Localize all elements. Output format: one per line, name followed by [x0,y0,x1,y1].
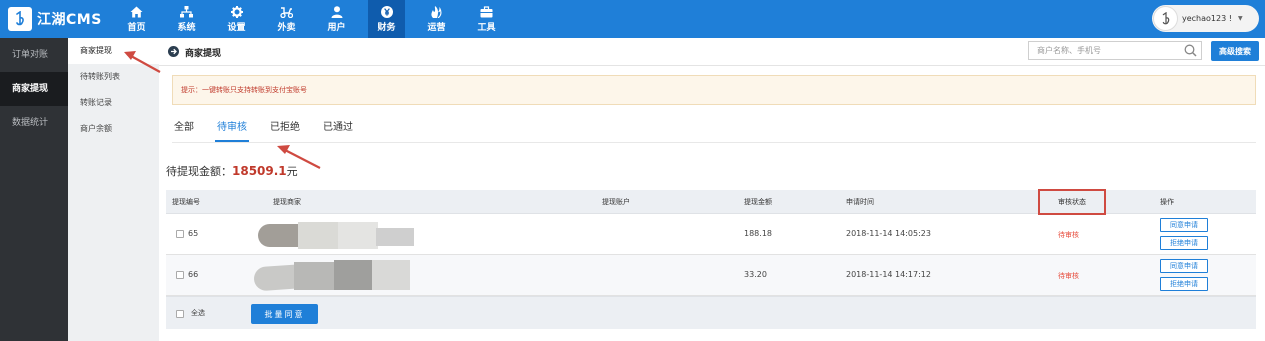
table-row: 65 188.18 2018-11-14 14:05:23 待审核 同意申请 拒… [166,214,1256,255]
status-tabs: 全部 待审核 已拒绝 已通过 [172,120,374,142]
page-title: 商家提现 [185,49,222,59]
scooter-icon [280,6,293,18]
search-box [1028,41,1202,60]
nav-label: 用户 [327,22,346,33]
home-icon [130,6,143,17]
reject-button[interactable]: 拒绝申请 [1160,236,1208,250]
tab-pending[interactable]: 待审核 [215,120,249,142]
table-row: 66 33.20 2018-11-14 14:17:12 待审核 同意申请 拒绝… [166,255,1256,296]
nav-label: 运营 [427,22,446,33]
pending-unit: 元 [286,165,298,178]
blurred-merchant [258,222,428,249]
highlight-box [1038,189,1106,215]
col-account: 提现账户 [602,198,630,206]
chevron-down-icon: ▼ [1237,15,1243,22]
row-checkbox[interactable] [176,230,184,238]
nav-finance[interactable]: 财务 [368,0,405,38]
yen-icon [380,5,393,18]
approve-button[interactable]: 同意申请 [1160,259,1208,273]
approve-button[interactable]: 同意申请 [1160,218,1208,232]
user-icon [331,5,342,18]
nav-label: 外卖 [277,22,296,33]
logo-text: 江湖CMS [37,12,102,28]
row-checkbox[interactable] [176,271,184,279]
row-id: 65 [188,229,199,238]
table-footer: 全选 批量同意 [166,296,1256,329]
col-id: 提现编号 [172,198,200,206]
sidebar: 订单对账 商家提现 数据统计 [0,38,68,341]
nav-label: 财务 [377,22,396,33]
content-header: 商家提现 高级搜索 [159,38,1265,66]
tab-rejected[interactable]: 已拒绝 [268,120,302,142]
subnav-item-pending-transfer[interactable]: 待转账列表 [68,64,159,90]
col-time: 申请时间 [846,198,874,206]
blurred-merchant [253,260,414,294]
nav-label: 首页 [127,22,146,33]
reject-button[interactable]: 拒绝申请 [1160,277,1208,291]
subnav-item-withdrawal[interactable]: 商家提现 [68,38,159,64]
sidebar-item-withdrawal[interactable]: 商家提现 [0,72,68,106]
avatar [1153,6,1178,31]
briefcase-icon [480,5,493,17]
nav-system[interactable]: 系统 [168,0,205,38]
nav-label: 工具 [477,22,496,33]
logo-icon [8,7,32,31]
gear-icon [230,5,243,18]
subnav-item-merchant-balance[interactable]: 商户余额 [68,116,159,142]
nav-home[interactable]: 首页 [118,0,155,38]
tab-all[interactable]: 全部 [172,120,196,142]
pending-value: 18509.1 [232,164,287,178]
advanced-search-button[interactable]: 高级搜索 [1211,41,1259,61]
search-icon[interactable] [1184,44,1197,57]
row-time: 2018-11-14 14:17:12 [846,270,931,279]
logo[interactable]: 江湖CMS [8,7,102,31]
nav-operations[interactable]: 运营 [418,0,455,38]
top-bar: 江湖CMS 首页 系统 设置 外卖 用户 财务 运营 工具 yechao123 … [0,0,1265,38]
flame-icon [430,5,441,18]
subnav-item-transfer-records[interactable]: 转账记录 [68,90,159,116]
select-all-label: 全选 [191,309,205,317]
sub-nav: 商家提现 待转账列表 转账记录 商户余额 [68,38,159,341]
row-id: 66 [188,270,199,279]
user-menu[interactable]: yechao123 ! ▼ [1152,5,1259,32]
nav-label: 设置 [227,22,246,33]
batch-approve-button[interactable]: 批量同意 [251,304,318,324]
nav-delivery[interactable]: 外卖 [268,0,305,38]
tab-approved[interactable]: 已通过 [321,120,355,142]
row-amount: 33.20 [744,270,767,279]
row-amount: 188.18 [744,229,772,238]
col-actions: 操作 [1160,198,1174,206]
status-badge: 待审核 [1058,272,1079,280]
tabs-divider [172,142,1256,143]
nav-tools[interactable]: 工具 [468,0,505,38]
search-input[interactable] [1029,42,1179,59]
arrow-right-circle-icon [168,46,179,57]
nav-label: 系统 [177,22,196,33]
top-nav: 首页 系统 设置 外卖 用户 财务 运营 工具 [118,0,518,38]
col-amount: 提现金额 [744,198,772,206]
pending-amount: 待提现金额：18509.1元 [166,163,298,179]
pending-label: 待提现金额： [166,165,232,178]
status-badge: 待审核 [1058,231,1079,239]
col-merchant: 提现商家 [273,198,301,206]
nav-users[interactable]: 用户 [318,0,355,38]
sidebar-item-reconciliation[interactable]: 订单对账 [0,38,68,72]
sitemap-icon [180,5,193,17]
tip-banner: 提示：一键转账只支持转账到支付宝账号 [172,75,1256,105]
user-name: yechao123 ! [1182,14,1232,23]
select-all-checkbox[interactable] [176,310,184,318]
sidebar-item-statistics[interactable]: 数据统计 [0,106,68,140]
nav-settings[interactable]: 设置 [218,0,255,38]
row-time: 2018-11-14 14:05:23 [846,229,931,238]
